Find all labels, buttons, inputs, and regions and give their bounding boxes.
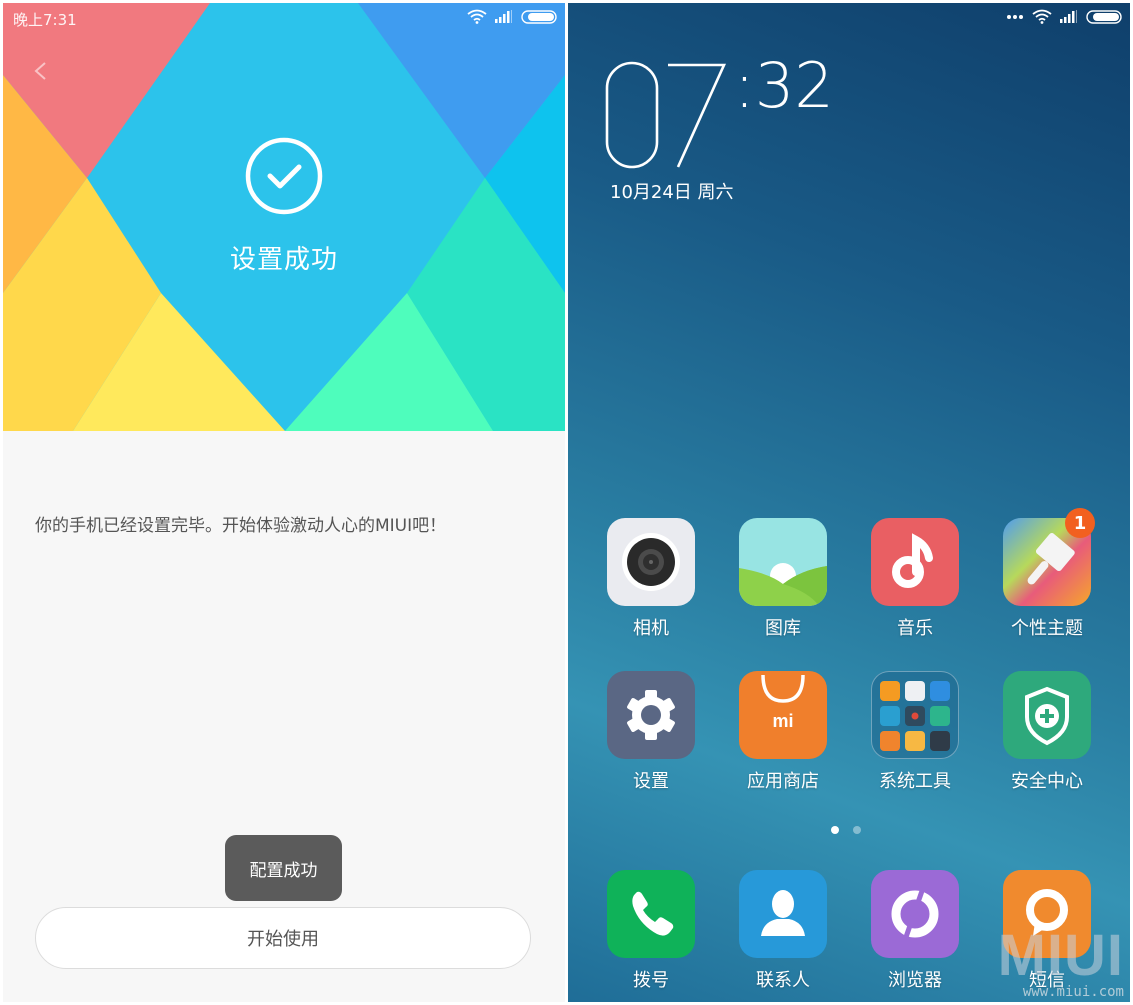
home-screen: :32 10月24日 周六 相机 图库 音乐 1 个性主题 设置 mi 应用商店…	[568, 3, 1130, 1002]
setup-complete-message: 你的手机已经设置完毕。开始体验激动人心的MIUI吧！	[35, 516, 447, 536]
battery-icon	[521, 9, 557, 24]
app-label: 应用商店	[747, 771, 819, 792]
notification-badge: 1	[1065, 508, 1095, 538]
app-label: 拨号	[633, 970, 669, 991]
app-camera[interactable]: 相机	[591, 518, 711, 640]
battery-icon	[1086, 9, 1122, 24]
clock-hour	[605, 61, 727, 169]
wifi-icon	[467, 9, 487, 24]
geometric-header-background	[3, 3, 565, 431]
paintbrush-icon: 1	[1003, 508, 1095, 606]
app-label: 相机	[633, 618, 669, 639]
page-dot-active[interactable]	[831, 826, 839, 834]
mi-logo: mi	[772, 711, 793, 731]
toast-message: 配置成功	[225, 835, 342, 901]
start-using-button[interactable]: 开始使用	[35, 907, 531, 969]
clock-minute: :32	[734, 49, 834, 122]
wifi-icon	[1032, 9, 1052, 24]
more-dots-icon	[1007, 14, 1023, 19]
chevron-left-icon	[34, 62, 46, 80]
setup-success-title: 设置成功	[229, 245, 338, 275]
app-label: 系统工具	[879, 771, 951, 792]
watermark-logo: MIUI	[997, 923, 1124, 988]
contact-icon	[739, 870, 827, 958]
browser-icon	[871, 870, 959, 958]
app-themes[interactable]: 1 个性主题	[987, 508, 1107, 640]
status-time: 晚上7:31	[13, 11, 77, 29]
gallery-icon	[739, 518, 827, 606]
folder-icon	[871, 671, 959, 759]
app-folder-system-tools[interactable]: 系统工具	[855, 671, 975, 793]
app-label: 安全中心	[1011, 771, 1083, 792]
shield-plus-icon	[1003, 671, 1091, 759]
dock-app-contacts[interactable]: 联系人	[723, 870, 843, 992]
app-store[interactable]: mi 应用商店	[723, 671, 843, 793]
check-circle-icon	[245, 137, 323, 215]
date-label: 10月24日 周六	[610, 182, 734, 203]
music-note-icon	[871, 518, 959, 606]
app-label: 设置	[633, 771, 669, 792]
shopping-bag-icon: mi	[739, 671, 827, 759]
camera-icon	[607, 518, 695, 606]
app-label: 联系人	[756, 970, 810, 991]
dock-app-browser[interactable]: 浏览器	[855, 870, 975, 992]
status-bar	[568, 3, 1130, 33]
page-indicator[interactable]	[831, 826, 861, 834]
phone-icon	[607, 870, 695, 958]
dock-app-phone[interactable]: 拨号	[591, 870, 711, 992]
app-music[interactable]: 音乐	[855, 518, 975, 640]
app-security-center[interactable]: 安全中心	[987, 671, 1107, 793]
miui-watermark: MIUI www.miui.com	[997, 923, 1124, 1001]
app-label: 浏览器	[888, 970, 942, 991]
status-bar: 晚上7:31	[3, 3, 565, 33]
gear-icon	[607, 671, 695, 759]
app-settings[interactable]: 设置	[591, 671, 711, 793]
page-dot[interactable]	[853, 826, 861, 834]
signal-icon	[1060, 10, 1077, 23]
app-label: 图库	[765, 618, 801, 639]
app-label: 音乐	[897, 618, 933, 639]
app-label: 个性主题	[1011, 618, 1083, 639]
setup-complete-screen: 晚上7:31 设置成功 你的手机已经设置完毕。开始体验激动人心的MIUI吧！ 配…	[3, 3, 565, 1002]
back-button[interactable]	[27, 53, 55, 89]
app-gallery[interactable]: 图库	[723, 518, 843, 640]
signal-icon	[495, 10, 512, 23]
